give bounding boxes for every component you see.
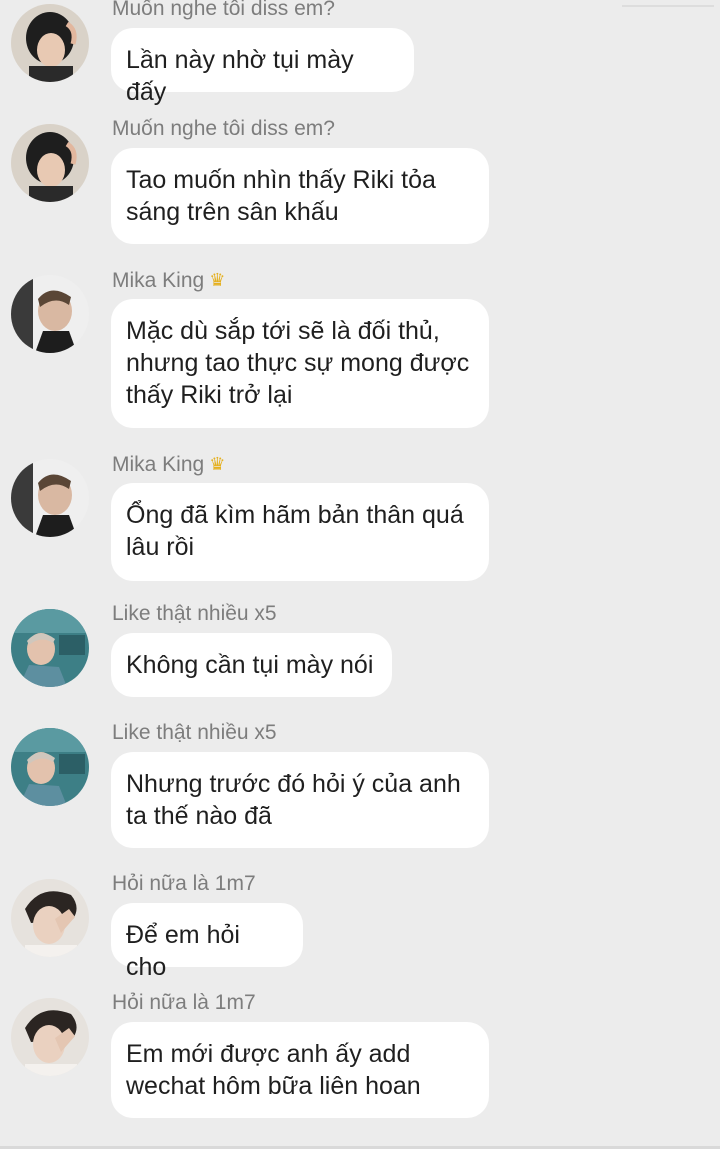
message-bubble[interactable]: Lần này nhờ tụi mày đấy xyxy=(111,28,414,106)
message-bubble[interactable]: Mặc dù sắp tới sẽ là đối thủ, nhưng tao … xyxy=(111,299,489,428)
message-bubble[interactable]: Để em hỏi cho xyxy=(111,903,303,981)
avatar[interactable] xyxy=(11,459,89,537)
avatar[interactable] xyxy=(11,4,89,82)
sender-name: Mika King ♛ xyxy=(112,453,226,476)
message-bubble[interactable]: Em mới được anh ấy add wechat hôm bữa li… xyxy=(111,1022,489,1118)
avatar-image xyxy=(11,4,89,82)
avatar-image xyxy=(11,124,89,202)
sender-name: Muốn nghe tôi diss em? xyxy=(112,117,335,140)
message-bubble[interactable]: Tao muốn nhìn thấy Riki tỏa sáng trên sâ… xyxy=(111,148,489,244)
crown-icon: ♛ xyxy=(209,270,226,290)
avatar-image xyxy=(11,879,89,957)
avatar-image xyxy=(11,609,89,687)
message-bubble[interactable]: Nhưng trước đó hỏi ý của anh ta thế nào … xyxy=(111,752,489,848)
avatar[interactable] xyxy=(11,879,89,957)
avatar[interactable] xyxy=(11,124,89,202)
avatar-image xyxy=(11,728,89,806)
sender-name: Mika King ♛ xyxy=(112,269,226,292)
sender-name: Hỏi nữa là 1m7 xyxy=(112,991,256,1014)
avatar[interactable] xyxy=(11,728,89,806)
avatar[interactable] xyxy=(11,609,89,687)
message-bubble[interactable]: Không cần tụi mày nói xyxy=(111,633,392,697)
avatar-image xyxy=(11,998,89,1076)
crown-icon: ♛ xyxy=(209,454,226,474)
sender-name: Like thật nhiều x5 xyxy=(112,602,277,625)
sender-name: Like thật nhiều x5 xyxy=(112,721,277,744)
message-bubble[interactable]: Ổng đã kìm hãm bản thân quá lâu rồi xyxy=(111,483,489,581)
avatar[interactable] xyxy=(11,275,89,353)
top-divider xyxy=(622,5,714,7)
avatar-image xyxy=(11,459,89,537)
sender-name: Hỏi nữa là 1m7 xyxy=(112,872,256,895)
avatar[interactable] xyxy=(11,998,89,1076)
sender-name: Muốn nghe tôi diss em? xyxy=(112,0,335,20)
avatar-image xyxy=(11,275,89,353)
